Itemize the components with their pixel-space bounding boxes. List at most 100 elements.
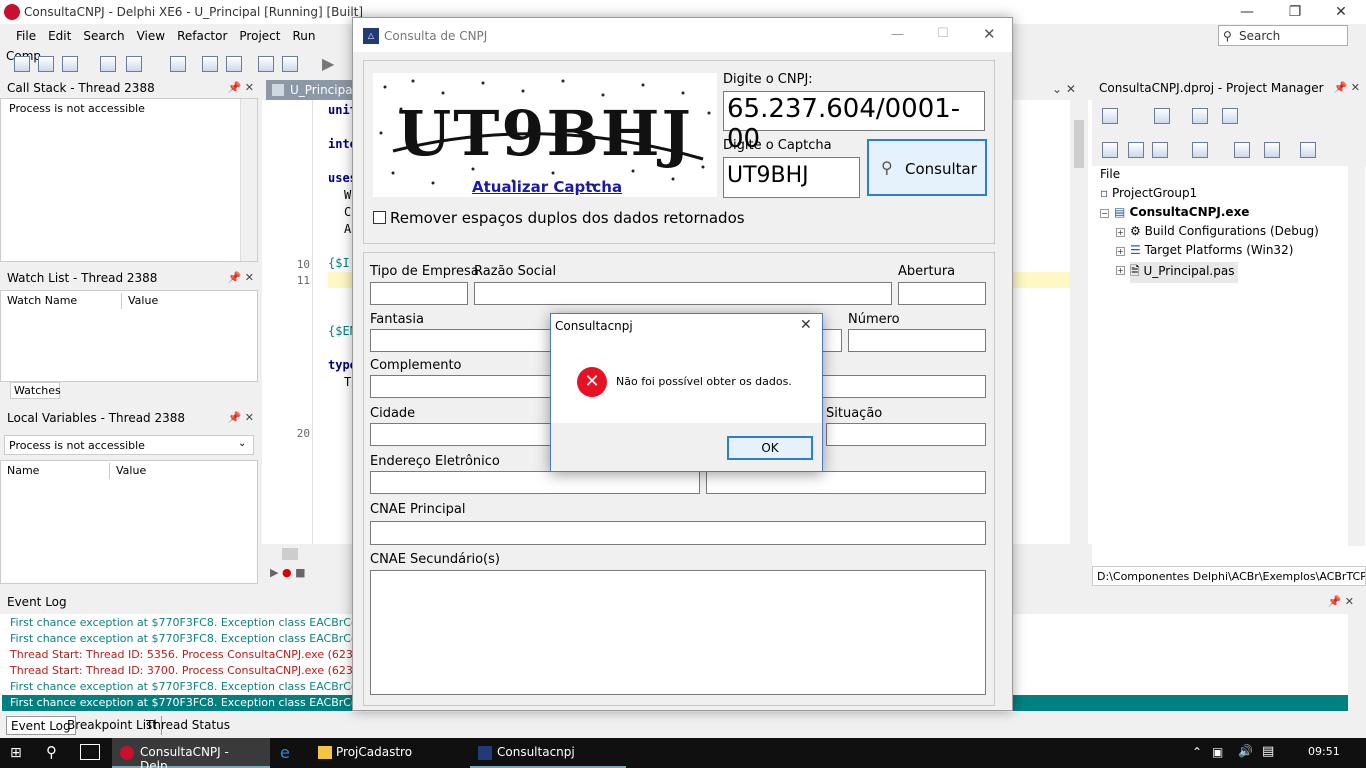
macro-record-icons[interactable]: ▶ ● ■ — [270, 566, 305, 579]
menu-run[interactable]: Run — [286, 26, 321, 46]
menu-refactor[interactable]: Refactor — [171, 26, 233, 46]
save-project-icon[interactable] — [226, 56, 242, 72]
scroll-thumb[interactable] — [282, 548, 298, 560]
clock-time[interactable]: 09:51 — [1308, 745, 1340, 758]
chevron-up-icon[interactable]: ⌃ — [1192, 745, 1202, 759]
event-log-line[interactable]: First chance exception at $770F3FC8. Exc… — [10, 616, 407, 629]
close-button[interactable]: ✕ — [983, 25, 996, 43]
event-log-line[interactable]: First chance exception at $770F3FC8. Exc… — [10, 680, 407, 693]
taskbar-item-consultacnpj[interactable]: Consultacnpj — [470, 738, 626, 768]
watches-tab[interactable]: Watches — [10, 382, 61, 399]
save-all-icon[interactable] — [202, 56, 218, 72]
cnae-secundario-memo[interactable] — [370, 570, 986, 695]
expand-toggle-icon[interactable]: + — [1116, 228, 1125, 237]
tree-project-exe[interactable]: ▤ ConsultaCNPJ.exe — [1114, 205, 1249, 219]
collapse-icon[interactable] — [1152, 142, 1168, 158]
maximize-button[interactable]: ☐ — [937, 26, 949, 41]
consult-button[interactable]: ⚲ Consultar — [867, 139, 987, 196]
chevron-down-icon[interactable]: ⌄ — [238, 438, 246, 449]
watch-col-name[interactable]: Watch Name — [7, 294, 77, 307]
compile-icon[interactable] — [1300, 142, 1316, 158]
razao-social-field[interactable] — [474, 282, 892, 305]
situacao-field[interactable] — [826, 423, 986, 446]
tree-target-platforms[interactable]: ☰ Target Platforms (Win32) — [1130, 243, 1293, 257]
open-project-icon[interactable] — [62, 56, 78, 72]
close-button[interactable]: ✕ — [1318, 2, 1364, 22]
watch-list-grid[interactable]: Watch Name Value — [0, 290, 258, 382]
tree-u-principal[interactable]: 🗎 U_Principal.pas — [1130, 262, 1239, 283]
captcha-input[interactable]: UT9BHJ — [723, 157, 860, 198]
pm-scrollbar[interactable] — [1348, 98, 1365, 546]
scroll-thumb[interactable] — [1074, 120, 1084, 168]
local-col-value[interactable]: Value — [116, 464, 146, 477]
event-log-line-selected[interactable]: First chance exception at $770F3FC8. Exc… — [10, 696, 407, 709]
restore-button[interactable]: ❐ — [1272, 2, 1318, 22]
local-vars-select[interactable]: Process is not accessible — [4, 435, 254, 455]
editor-tab-u-principal[interactable]: U_Principal — [266, 80, 356, 100]
minimize-button[interactable]: — — [891, 27, 904, 42]
expand-icon[interactable] — [1128, 142, 1144, 158]
task-view-icon[interactable] — [80, 744, 100, 760]
view-icon[interactable] — [1222, 108, 1238, 124]
event-log-scrollbar[interactable] — [1348, 614, 1366, 712]
telefone-field[interactable] — [706, 471, 986, 494]
add-folder-icon[interactable] — [1154, 108, 1170, 124]
numero-field[interactable] — [848, 329, 986, 352]
new-items-icon[interactable] — [100, 56, 116, 72]
editor-vertical-scrollbar[interactable] — [1070, 100, 1088, 544]
menu-search[interactable]: Search — [77, 26, 130, 46]
run-icon[interactable]: ▶ — [322, 54, 334, 73]
minimize-button[interactable]: — — [1224, 2, 1270, 22]
menu-file[interactable]: File — [10, 26, 42, 46]
options-icon[interactable] — [1264, 142, 1280, 158]
list-icon[interactable] — [1192, 142, 1208, 158]
notification-icon[interactable]: ▤ — [1262, 744, 1274, 759]
cnpj-input[interactable]: 65.237.604/0001-00 — [723, 91, 985, 154]
cnae-principal-field[interactable] — [370, 521, 986, 545]
local-vars-grid[interactable]: Name Value — [0, 460, 258, 584]
local-col-name[interactable]: Name — [7, 464, 39, 477]
network-icon[interactable]: ▣ — [1212, 745, 1223, 759]
open-icon[interactable] — [38, 56, 54, 72]
watch-col-value[interactable]: Value — [128, 294, 158, 307]
add-file-icon[interactable] — [258, 56, 274, 72]
taskbar-item-delphi[interactable]: ConsultaCNPJ - Delp... — [112, 738, 270, 768]
remove-file-icon[interactable] — [282, 56, 298, 72]
search-icon[interactable]: ⚲ — [46, 743, 57, 761]
build-icon[interactable] — [1234, 142, 1250, 158]
tab-thread-status[interactable]: Thread Status — [142, 716, 234, 735]
add-icon[interactable] — [1102, 108, 1118, 124]
call-stack-scrollbar[interactable] — [240, 99, 257, 261]
panel-pin-close-icon[interactable]: 📌 ✕ — [228, 81, 254, 94]
tree-build-configurations[interactable]: ⚙ Build Configurations (Debug) — [1130, 224, 1319, 238]
event-log-line[interactable]: Thread Start: Thread ID: 3700. Process C… — [10, 664, 364, 677]
event-log-line[interactable]: Thread Start: Thread ID: 5356. Process C… — [10, 648, 364, 661]
panel-pin-close-icon[interactable]: 📌 ✕ — [228, 411, 254, 424]
call-stack-list[interactable]: Process is not accessible — [0, 98, 258, 262]
endereco-eletronico-field[interactable] — [370, 471, 700, 494]
remove-spaces-checkbox[interactable] — [373, 211, 386, 224]
record-icon[interactable]: ● — [282, 566, 292, 579]
windows-start-icon[interactable]: ⊞ — [10, 745, 22, 761]
collapse-toggle-icon[interactable]: − — [1100, 209, 1109, 218]
panel-pin-close-icon[interactable]: 📌 ✕ — [1334, 81, 1360, 94]
ide-search-box[interactable]: ⚲ Search — [1218, 25, 1348, 46]
editor-close-icon[interactable]: ⌄ ✕ — [1052, 82, 1076, 96]
sync-icon[interactable] — [1102, 142, 1118, 158]
menu-edit[interactable]: Edit — [42, 26, 77, 46]
taskbar-item-projcadastro[interactable]: ProjCadastro — [310, 738, 466, 768]
menu-project[interactable]: Project — [233, 26, 286, 46]
volume-icon[interactable]: 🔊 — [1238, 744, 1253, 758]
dialog-close-button[interactable]: ✕ — [800, 317, 812, 333]
tipo-empresa-field[interactable] — [370, 282, 468, 305]
panel-pin-close-icon[interactable]: 📌 ✕ — [1328, 595, 1354, 608]
panel-pin-close-icon[interactable]: 📌 ✕ — [228, 271, 254, 284]
menu-view[interactable]: View — [131, 26, 171, 46]
folder-icon[interactable] — [1192, 108, 1208, 124]
save-icon[interactable] — [170, 56, 186, 72]
expand-toggle-icon[interactable]: + — [1116, 247, 1125, 256]
ok-button[interactable]: OK — [727, 436, 813, 460]
new-file-icon[interactable] — [14, 56, 30, 72]
tree-project-group[interactable]: ▫ ProjectGroup1 — [1100, 186, 1197, 200]
refresh-captcha-link[interactable]: Atualizar Captcha — [472, 178, 622, 196]
